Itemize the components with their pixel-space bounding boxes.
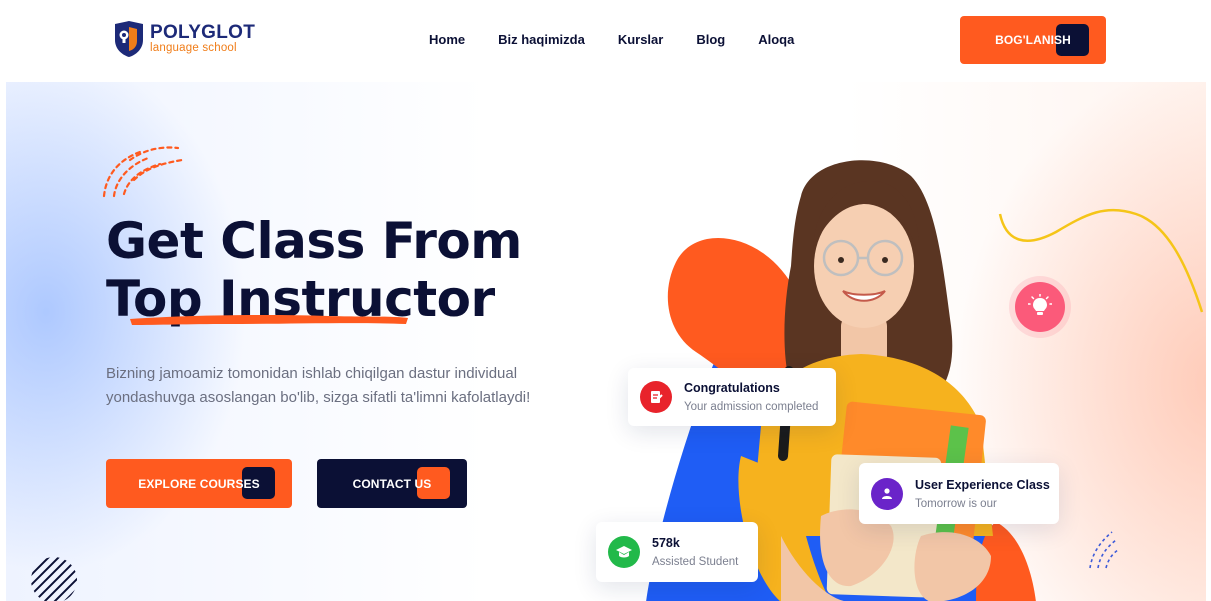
ux-class-card: User Experience Class Tomorrow is our: [859, 463, 1059, 524]
main-nav: Home Biz haqimizda Kurslar Blog Aloqa: [429, 32, 827, 47]
brush-underline-decoration: [130, 315, 408, 325]
contact-cta-label: BOG'LANISH: [995, 33, 1071, 47]
hero-section: Get Class From Top Instructor Bizning ja…: [6, 82, 1206, 601]
students-card-title: 578k: [652, 536, 680, 550]
user-class-icon: [871, 477, 903, 510]
graduation-cap-icon: [608, 536, 640, 568]
site-header: POLYGLOT language school Home Biz haqimi…: [0, 0, 1211, 80]
nav-contact[interactable]: Aloqa: [758, 32, 794, 47]
nav-courses[interactable]: Kurslar: [618, 32, 664, 47]
brand-tagline: language school: [150, 42, 237, 55]
hero-description: Bizning jamoamiz tomonidan ishlab chiqil…: [106, 365, 531, 406]
polyglot-logo-icon: [115, 21, 143, 57]
students-card: 578k Assisted Student: [596, 522, 758, 582]
hero-title-line-1: Get Class From: [106, 212, 522, 270]
admission-card-title: Congratulations: [684, 381, 780, 395]
contact-cta-button[interactable]: BOG'LANISH: [960, 16, 1106, 64]
students-card-subtitle: Assisted Student: [652, 556, 739, 568]
blue-dashes-decoration: [1089, 531, 1119, 569]
lightbulb-icon: [1028, 294, 1052, 315]
document-icon: [640, 381, 672, 413]
dashed-arcs-decoration: [102, 146, 184, 198]
striped-circle-decoration: [31, 557, 77, 601]
nav-about[interactable]: Biz haqimizda: [498, 32, 585, 47]
nav-blog[interactable]: Blog: [696, 32, 725, 47]
nav-home[interactable]: Home: [429, 32, 465, 47]
explore-courses-button[interactable]: EXPLORE COURSES: [106, 459, 292, 508]
admission-card-subtitle: Your admission completed: [684, 401, 819, 413]
ux-class-card-subtitle: Tomorrow is our: [915, 497, 997, 510]
brand-logo[interactable]: POLYGLOT language school: [112, 20, 255, 58]
brand-name: POLYGLOT: [150, 22, 256, 44]
explore-courses-label: EXPLORE COURSES: [138, 476, 260, 491]
contact-us-button[interactable]: CONTACT US: [317, 459, 467, 508]
admission-card: Congratulations Your admission completed: [628, 368, 836, 426]
lightbulb-badge: [1015, 282, 1065, 332]
contact-us-label: CONTACT US: [352, 476, 432, 491]
ux-class-card-title: User Experience Class: [915, 477, 1050, 492]
